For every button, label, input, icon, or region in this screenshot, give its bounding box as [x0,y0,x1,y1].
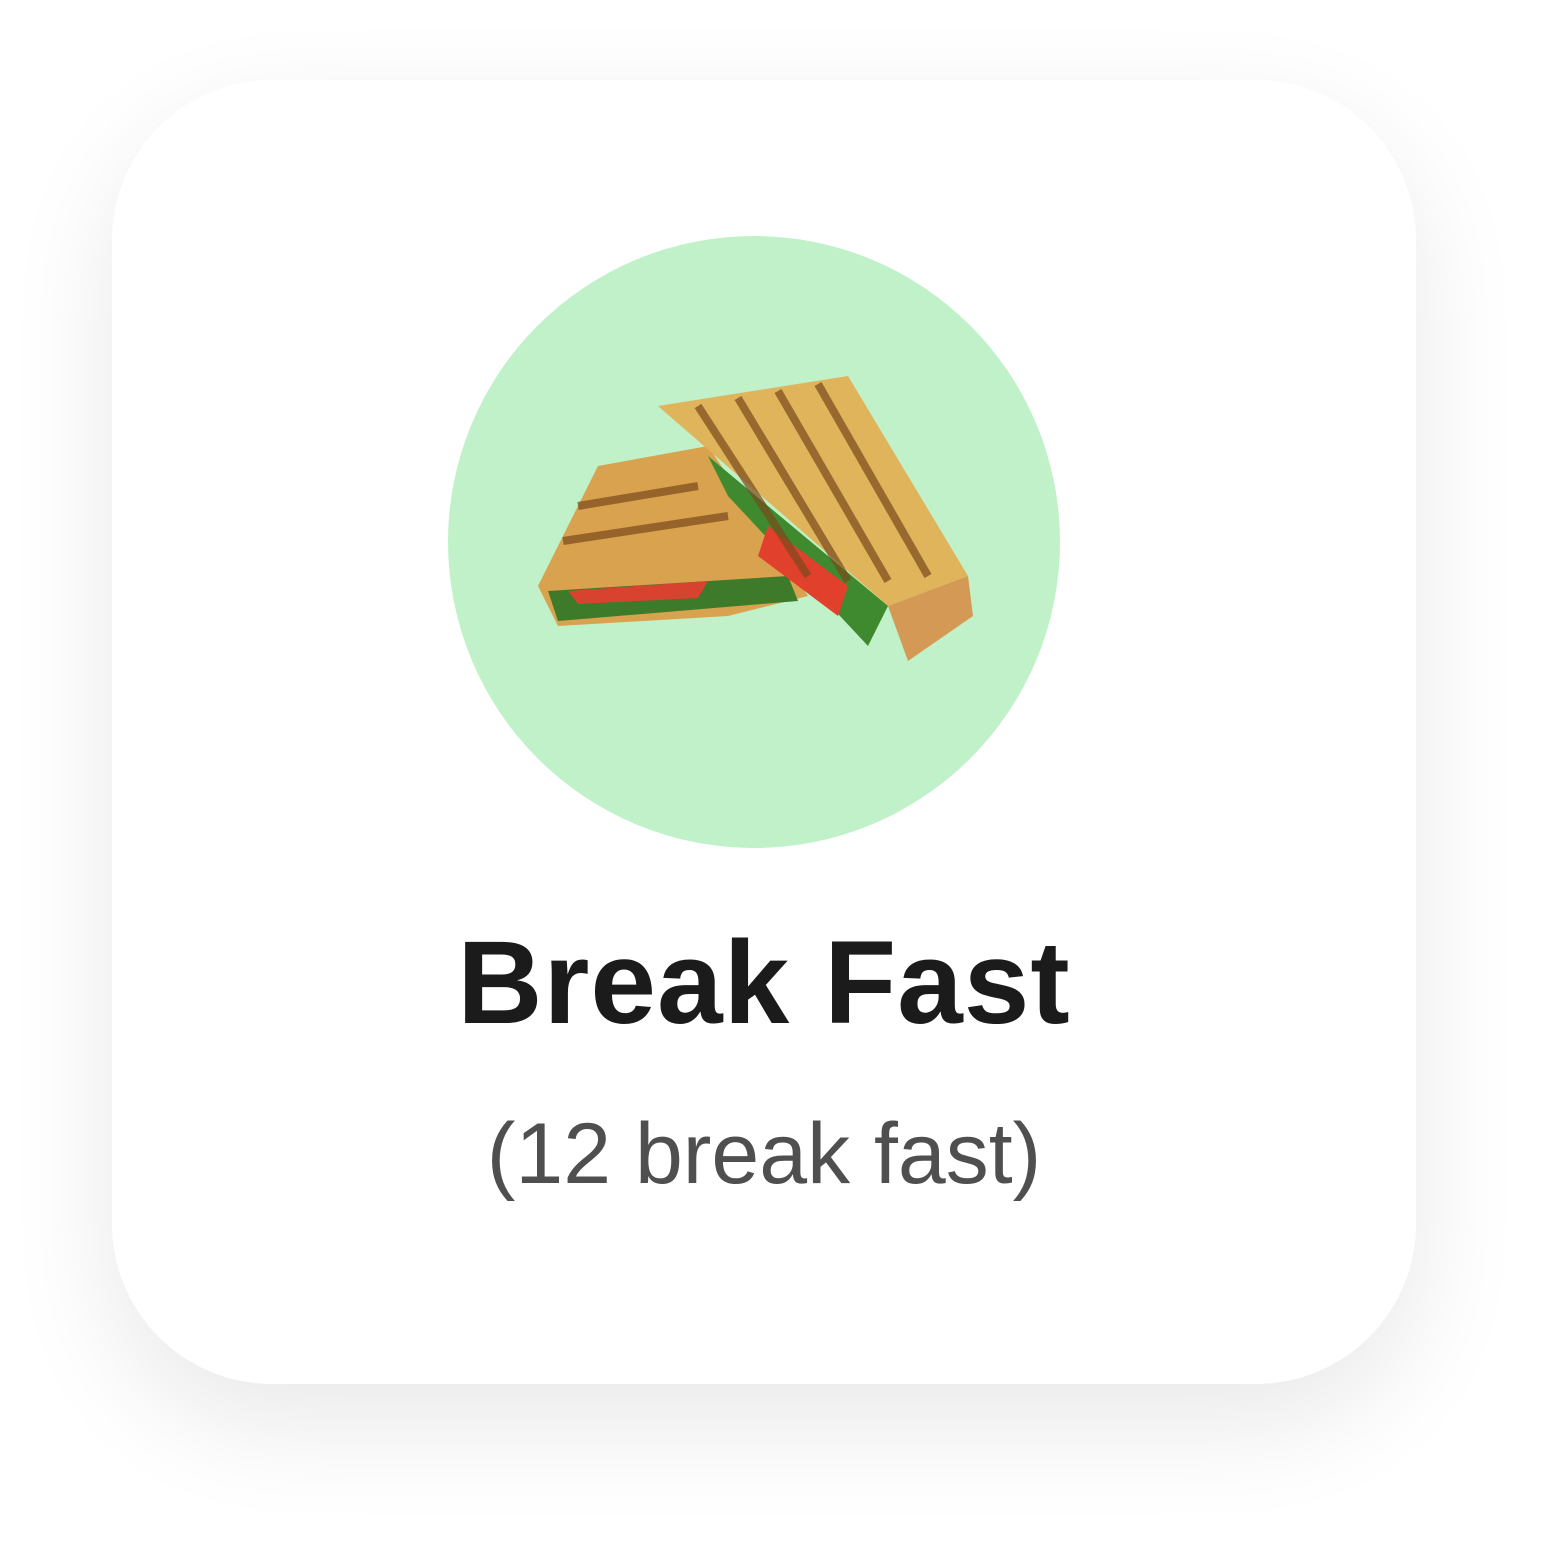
category-image-circle [448,236,1060,848]
sandwich-image [538,376,973,661]
category-card[interactable]: Break Fast (12 break fast) [112,80,1416,1384]
category-count: (12 break fast) [486,1106,1042,1202]
category-title: Break Fast [457,917,1071,1049]
